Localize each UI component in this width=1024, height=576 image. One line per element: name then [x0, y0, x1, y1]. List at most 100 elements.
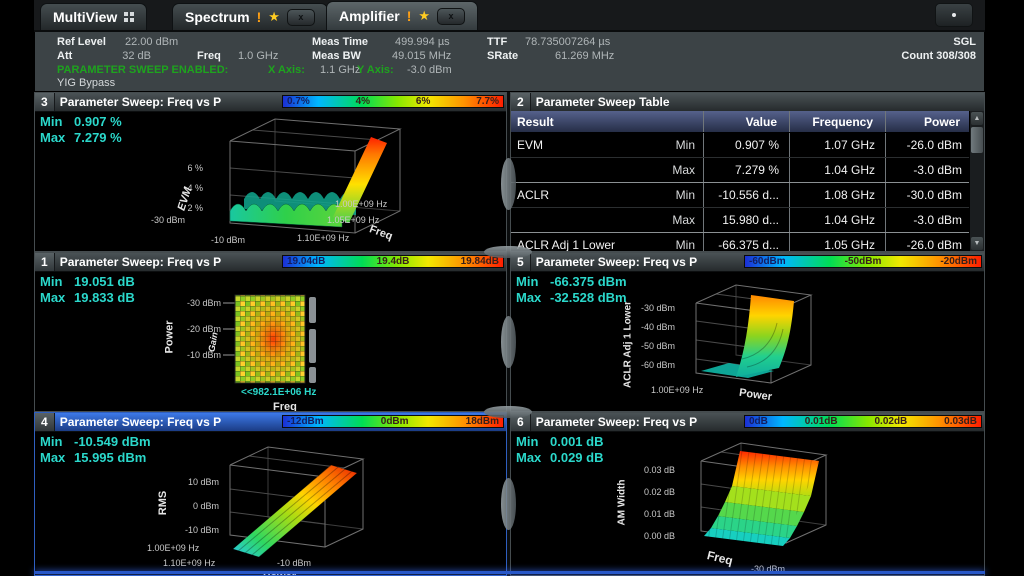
- power-cell: -26.0 dBm: [885, 133, 972, 157]
- power-tick: -30 dBm: [151, 215, 185, 225]
- scrollbar-thumb[interactable]: [971, 127, 983, 153]
- table-header-row: Result Value Frequency Power: [511, 111, 970, 133]
- min-value: -10.549 dBm: [74, 434, 151, 449]
- max-value: 15.995 dBm: [74, 450, 146, 465]
- close-icon: x: [298, 13, 303, 22]
- splitter-horizontal-handle[interactable]: [484, 246, 532, 258]
- max-value: 0.029 dB: [550, 450, 603, 465]
- tab-amplifier[interactable]: Amplifier ! ★ x: [326, 1, 478, 30]
- window-title: Parameter Sweep Table: [531, 95, 670, 109]
- scale-label: 7.7%: [476, 96, 499, 107]
- max-label: Max: [40, 450, 74, 466]
- multiview-grid-icon: [124, 12, 134, 22]
- y-axis-label: Power: [164, 320, 176, 353]
- color-scale: 0.7% 4% 6% 7.7%: [282, 95, 504, 108]
- window-5-aclr-adj: 5 Parameter Sweep: Freq vs P -60dBm -50d…: [510, 252, 985, 412]
- count-readout: Count 308/308: [901, 50, 976, 62]
- tab-multiview[interactable]: MultiView: [40, 3, 147, 30]
- srate-value: 61.269 MHz: [555, 50, 614, 62]
- min-value: 0.001 dB: [550, 434, 603, 449]
- window-4-rms: 4 Parameter Sweep: Freq vs P -12dBm 0dBm…: [34, 412, 507, 576]
- table-row[interactable]: Max 15.980 d... 1.04 GHz -3.0 dBm: [511, 207, 970, 232]
- window-3-evm: 3 Parameter Sweep: Freq vs P 0.7% 4% 6% …: [34, 92, 507, 252]
- scale-label: 0dB: [749, 416, 768, 427]
- splitter-vertical-handle[interactable]: [501, 158, 516, 210]
- value-cell: -10.556 d...: [703, 183, 789, 207]
- yig-bypass-label: YIG Bypass: [57, 77, 115, 89]
- tab-spectrum-label: Spectrum: [185, 9, 250, 25]
- table-row[interactable]: ACLR Min -10.556 d... 1.08 GHz -30.0 dBm: [511, 182, 970, 207]
- scale-label: 19.4dB: [377, 256, 410, 267]
- scale-label: 0.01dB: [805, 416, 838, 427]
- toolbar-more-button[interactable]: [935, 3, 973, 27]
- tab-amplifier-label: Amplifier: [339, 8, 400, 24]
- color-scale: 19.04dB 19.4dB 19.84dB: [282, 255, 504, 268]
- freq-tick: 1.00E+09 Hz: [147, 543, 199, 553]
- sweep-table: Result Value Frequency Power EVM Min 0.9…: [511, 111, 970, 251]
- tab-spectrum[interactable]: Spectrum ! ★ x: [172, 3, 328, 30]
- sweep-enabled-banner: PARAMETER SWEEP ENABLED:: [57, 64, 228, 76]
- result-cell: [511, 208, 659, 232]
- scroll-up-button[interactable]: ▲: [971, 112, 983, 125]
- splitter-vertical-handle[interactable]: [501, 316, 516, 368]
- power-cell: -3.0 dBm: [885, 158, 972, 182]
- z-tick: 0.01 dB: [635, 509, 675, 519]
- window-2-titlebar[interactable]: 2 Parameter Sweep Table: [511, 93, 984, 112]
- table-scrollbar[interactable]: ▲ ▼: [969, 111, 984, 251]
- window-title: Parameter Sweep: Freq vs P: [55, 415, 221, 429]
- scale-label: 0.7%: [287, 96, 310, 107]
- close-tab-spectrum-button[interactable]: x: [287, 9, 315, 26]
- scale-label: 19.04dB: [287, 256, 325, 267]
- max-label: Max: [516, 290, 550, 306]
- star-icon: ★: [418, 8, 430, 24]
- result-cell: EVM: [511, 133, 659, 157]
- close-tab-amplifier-button[interactable]: x: [437, 8, 465, 25]
- window-4-titlebar[interactable]: 4 Parameter Sweep: Freq vs P -12dBm 0dBm…: [35, 413, 506, 432]
- frequency-cell: 1.07 GHz: [789, 133, 885, 157]
- z-tick: 0 dBm: [181, 501, 219, 511]
- frequency-cell: 1.04 GHz: [789, 208, 885, 232]
- min-label: Min: [516, 434, 550, 450]
- scale-label: -60dBm: [749, 256, 786, 267]
- stat-cell: Min: [659, 183, 703, 207]
- x-axis-label: Freq: [273, 401, 297, 411]
- table-row[interactable]: Max 7.279 % 1.04 GHz -3.0 dBm: [511, 157, 970, 182]
- window-5-titlebar[interactable]: 5 Parameter Sweep: Freq vs P -60dBm -50d…: [511, 253, 984, 272]
- splitter-vertical-handle[interactable]: [501, 478, 516, 530]
- min-label: Min: [40, 114, 74, 130]
- table-row[interactable]: EVM Min 0.907 % 1.07 GHz -26.0 dBm: [511, 133, 970, 157]
- minmax-readout: Min0.907 % Max7.279 %: [40, 114, 122, 146]
- z-tick: 0.02 dB: [635, 487, 675, 497]
- scroll-down-button[interactable]: ▼: [971, 237, 983, 250]
- value-cell: -66.375 d...: [703, 233, 789, 251]
- freq-label: Freq: [197, 50, 221, 62]
- max-label: Max: [40, 290, 74, 306]
- min-value: -66.375 dBm: [550, 274, 627, 289]
- min-label: Min: [40, 274, 74, 290]
- meas-time-value: 499.994 µs: [395, 36, 450, 48]
- min-label: Min: [40, 434, 74, 450]
- table-row[interactable]: ACLR Adj 1 Lower Min -66.375 d... 1.05 G…: [511, 232, 970, 251]
- z-tick: 0.03 dB: [635, 465, 675, 475]
- window-1-body: Min19.051 dB Max19.833 dB: [35, 271, 506, 411]
- window-title: Parameter Sweep: Freq vs P: [531, 415, 697, 429]
- window-1-titlebar[interactable]: 1 Parameter Sweep: Freq vs P 19.04dB 19.…: [35, 253, 506, 272]
- sweep-y-axis-value: -3.0 dBm: [407, 64, 452, 76]
- value-cell: 0.907 %: [703, 133, 789, 157]
- min-label: Min: [516, 274, 550, 290]
- splitter-horizontal-handle[interactable]: [484, 406, 532, 418]
- z-axis-label: RMS: [157, 491, 169, 515]
- min-value: 0.907 %: [74, 114, 122, 129]
- stat-cell: Max: [659, 158, 703, 182]
- max-label: Max: [516, 450, 550, 466]
- tab-bar: MultiView Spectrum ! ★ x Amplifier ! ★ x: [34, 0, 985, 32]
- meas-bw-value: 49.015 MHz: [392, 50, 451, 62]
- dot-icon: [952, 13, 956, 17]
- scale-label: 6%: [416, 96, 430, 107]
- z-tick: 10 dBm: [181, 477, 219, 487]
- window-3-titlebar[interactable]: 3 Parameter Sweep: Freq vs P 0.7% 4% 6% …: [35, 93, 506, 112]
- window-6-titlebar[interactable]: 6 Parameter Sweep: Freq vs P 0dB 0.01dB …: [511, 413, 984, 432]
- freq-tick: 1.00E+09 Hz: [335, 199, 387, 209]
- result-cell: ACLR: [511, 183, 659, 207]
- result-cell: ACLR Adj 1 Lower: [511, 233, 659, 251]
